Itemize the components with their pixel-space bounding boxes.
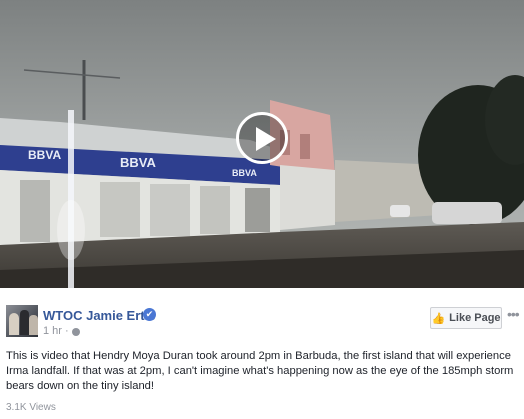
view-count: 3.1K Views: [6, 402, 56, 413]
avatar[interactable]: [6, 305, 38, 337]
bank-sign: BBVA: [120, 155, 156, 170]
like-page-label: Like Page: [449, 312, 501, 324]
facebook-video-post: BBVA BBVA BBVA WTOC Jamie Ertle ✔ 1 hr ·…: [0, 0, 524, 419]
post-timestamp[interactable]: 1 hr ·: [43, 325, 69, 337]
play-icon: [256, 127, 276, 151]
page-name-link[interactable]: WTOC Jamie Ertle: [43, 308, 155, 323]
verified-icon: ✔: [143, 308, 156, 321]
more-options-icon[interactable]: •••: [507, 306, 520, 322]
like-page-button[interactable]: 👍 Like Page: [430, 307, 502, 329]
post-text: This is video that Hendry Moya Duran too…: [6, 350, 514, 392]
video-player[interactable]: BBVA BBVA BBVA: [0, 0, 524, 288]
thumbs-up-icon: 👍: [431, 312, 446, 325]
post-meta: 1 hr ·: [43, 325, 80, 337]
play-button[interactable]: [236, 112, 288, 164]
bank-sign: BBVA: [232, 168, 257, 178]
bank-sign: BBVA: [28, 148, 62, 162]
globe-icon: [71, 327, 80, 336]
